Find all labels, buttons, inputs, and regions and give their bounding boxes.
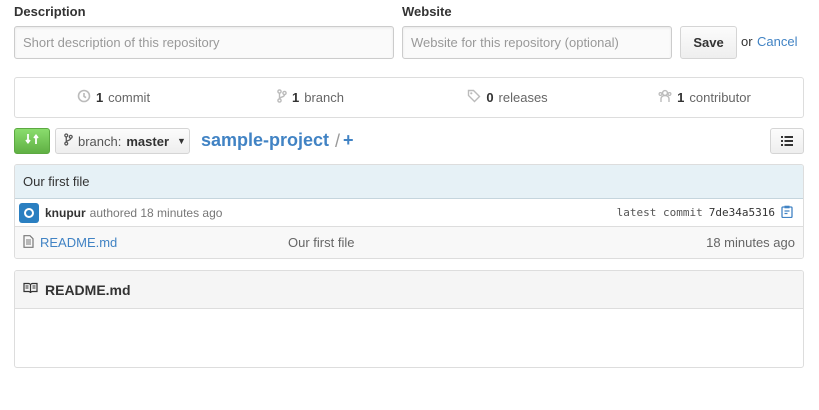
path-separator: /: [335, 131, 341, 151]
file-age: 18 minutes ago: [706, 235, 795, 250]
branch-icon: [64, 133, 73, 149]
save-button[interactable]: Save: [680, 26, 737, 59]
list-icon: [781, 134, 793, 149]
cancel-link[interactable]: Cancel: [757, 34, 797, 49]
commit-author-row: knupur authored 18 minutes ago latest co…: [15, 199, 803, 227]
website-input[interactable]: [402, 26, 672, 59]
releases-count: 0: [486, 90, 494, 105]
or-text: or: [741, 34, 753, 49]
file-commit-message[interactable]: Our first file: [288, 235, 354, 250]
tag-icon: [467, 89, 481, 106]
branches-count: 1: [292, 90, 300, 105]
avatar[interactable]: [19, 202, 39, 223]
caret-down-icon: ▼: [177, 136, 186, 146]
branch-name: master: [126, 133, 170, 149]
commit-sha-link[interactable]: 7de34a5316: [709, 206, 775, 219]
table-row: README.md Our first file 18 minutes ago: [15, 227, 803, 258]
compare-button[interactable]: [14, 128, 50, 154]
contributors-count: 1: [677, 90, 685, 105]
releases-label: releases: [498, 90, 548, 105]
releases-stat[interactable]: 0 releases: [409, 78, 606, 117]
new-file-link[interactable]: +: [343, 130, 354, 151]
commits-label: commit: [108, 90, 151, 105]
readme-title: README.md: [45, 281, 131, 298]
list-view-button[interactable]: [770, 128, 804, 154]
description-label: Description: [14, 4, 86, 19]
commits-count: 1: [95, 90, 104, 105]
repo-summary-bar: 1 commit 1 branch 0 releases 1 contribut…: [14, 77, 804, 118]
readme-box: README.md: [14, 270, 804, 368]
file-browser: Our first file knupur authored 18 minute…: [14, 164, 804, 259]
commit-authored-time: authored 18 minutes ago: [89, 205, 223, 220]
readme-header: README.md: [15, 271, 803, 309]
commits-stat[interactable]: 1 commit: [15, 78, 212, 117]
description-input[interactable]: [14, 26, 394, 59]
history-icon: [77, 89, 91, 106]
branches-label: branch: [304, 90, 344, 105]
compare-arrows-icon: [25, 132, 39, 150]
organization-icon: [658, 89, 672, 106]
contributors-label: contributor: [689, 90, 751, 105]
branch-icon: [277, 89, 287, 106]
commit-author[interactable]: knupur: [45, 206, 86, 220]
file-name-link[interactable]: README.md: [40, 235, 288, 250]
branch-selector[interactable]: branch: master ▼: [55, 128, 190, 154]
latest-commit-message[interactable]: Our first file: [15, 165, 803, 199]
file-icon: [23, 234, 34, 251]
book-icon: [23, 282, 38, 297]
website-label: Website: [402, 4, 452, 19]
latest-commit-label: latest commit: [616, 206, 703, 219]
repo-name-link[interactable]: sample-project: [201, 130, 329, 151]
clipboard-icon[interactable]: [781, 205, 793, 221]
contributors-stat[interactable]: 1 contributor: [606, 78, 803, 117]
branch-prefix: branch:: [78, 133, 122, 149]
branches-stat[interactable]: 1 branch: [212, 78, 409, 117]
